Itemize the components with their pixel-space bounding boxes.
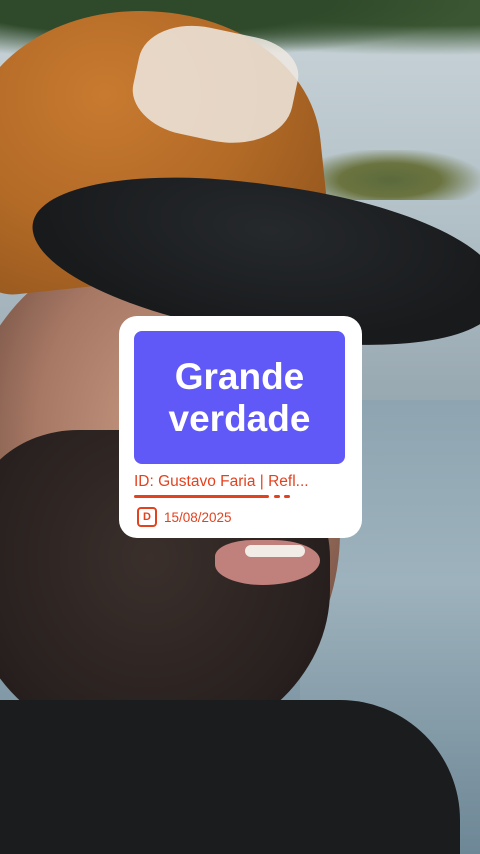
post-date: 15/08/2025 (164, 509, 232, 525)
progress-indicator (134, 495, 345, 498)
author-id-label[interactable]: ID: Gustavo Faria | Refl... (134, 473, 345, 491)
post-title: Grande verdade (134, 331, 345, 464)
teeth (245, 545, 305, 557)
distant-trees (300, 150, 480, 200)
post-card[interactable]: Grande verdade ID: Gustavo Faria | Refl.… (119, 316, 362, 538)
progress-bar-fill (134, 495, 269, 498)
date-row: D 15/08/2025 (134, 507, 347, 527)
calendar-day-icon: D (137, 507, 157, 527)
progress-dot (274, 495, 280, 498)
shirt (0, 700, 460, 854)
progress-dot (284, 495, 290, 498)
